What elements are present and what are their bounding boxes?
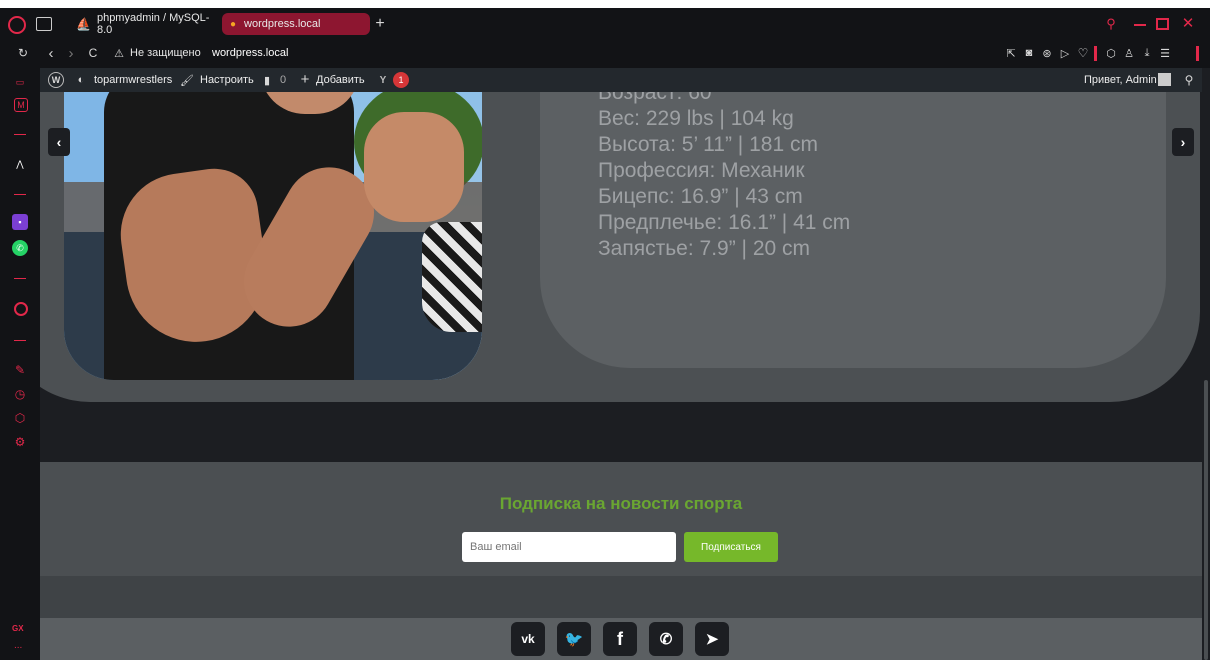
wp-admin-bar: W ◐ toparmwrestlers 🖌 Настроить ▮ 0 + До… (40, 68, 1210, 92)
new-tab-button[interactable]: + (372, 15, 388, 32)
share-icon[interactable]: ⇱ (1004, 46, 1018, 60)
maximize-icon[interactable] (1156, 18, 1169, 30)
slider-next-button[interactable]: › (1172, 128, 1194, 156)
sidebar-divider (14, 194, 26, 195)
twitch-icon[interactable]: ▪ (12, 214, 28, 230)
dashboard-icon[interactable]: ◐ (74, 73, 88, 87)
url-text[interactable]: wordpress.local (212, 47, 288, 59)
minimize-icon[interactable] (1134, 24, 1146, 26)
info-weight: Вес: 229 lbs | 104 kg (598, 107, 794, 130)
page-content: Возраст: 60 Вес: 229 lbs | 104 kg Высота… (40, 92, 1202, 660)
gx-control-icon[interactable]: ▭ (12, 74, 28, 90)
avatar[interactable] (1158, 73, 1171, 86)
arc-icon[interactable]: ⋀ (12, 156, 28, 172)
athlete-photo (64, 92, 482, 380)
camera-icon[interactable]: ◙ (1022, 46, 1036, 60)
facebook-icon[interactable]: f (603, 622, 637, 656)
divider (1196, 46, 1199, 61)
yoast-icon[interactable]: Y (376, 73, 390, 87)
play-icon[interactable]: ▷ (1058, 46, 1072, 60)
tab-label: wordpress.local (244, 18, 321, 30)
more-icon[interactable]: ... (14, 640, 22, 651)
download-icon[interactable]: ⤓ (1140, 46, 1154, 60)
newsletter-section: Подписка на новости спорта Подписаться (40, 462, 1202, 576)
gx-corner-icon[interactable]: M (14, 98, 28, 112)
social-footer: vk 🐦 f ✆ ➤ (40, 618, 1202, 660)
phpmyadmin-favicon-icon: ⛵ (76, 17, 91, 31)
divider (1094, 46, 1097, 61)
add-new-link[interactable]: Добавить (316, 74, 365, 86)
info-height: Высота: 5’ 11” | 181 cm (598, 133, 818, 156)
plus-icon[interactable]: + (298, 71, 312, 88)
workspace-icon[interactable] (36, 17, 52, 31)
search-tabs-icon[interactable]: ⚲ (1104, 16, 1118, 31)
brush-icon[interactable]: 🖌 (180, 73, 194, 87)
address-bar: ↻ ‹ › C ⚠ Не защищено wordpress.local ⇱ … (0, 40, 1210, 68)
profile-icon[interactable]: ♙ (1122, 46, 1136, 60)
back-icon[interactable]: ‹ (44, 45, 58, 62)
slider-prev-button[interactable]: ‹ (48, 128, 70, 156)
heart-icon[interactable]: ♡ (1076, 46, 1090, 60)
sidebar-divider (14, 134, 26, 135)
menu-icon[interactable]: ☰ (1158, 46, 1172, 60)
info-age: Возраст: 60 (598, 92, 712, 104)
customize-link[interactable]: Настроить (200, 74, 254, 86)
security-label[interactable]: Не защищено (130, 47, 201, 59)
tab-wordpress-local[interactable]: ● wordpress.local (222, 13, 370, 35)
vk-icon[interactable]: vk (511, 622, 545, 656)
subscribe-button[interactable]: Подписаться (684, 532, 778, 562)
tab-bar: ⛵ phpmyadmin / MySQL-8.0 ● wordpress.loc… (0, 8, 1210, 40)
warning-icon[interactable]: ⚠ (112, 46, 126, 60)
forward-icon[interactable]: › (64, 45, 78, 62)
browser-sidebar: ▭ M ⋀ ▪ ✆ ✎ ◷ ⬡ ⚙ GX ... (0, 68, 41, 660)
viber-icon[interactable]: ✆ (649, 622, 683, 656)
newsletter-footer-band (40, 576, 1202, 618)
sidebar-divider (14, 340, 26, 341)
wordpress-logo-icon[interactable]: W (48, 72, 64, 88)
email-input[interactable] (462, 532, 676, 562)
search-icon[interactable]: ⚲ (1182, 73, 1196, 87)
edit-icon[interactable]: ✎ (12, 362, 28, 378)
history-icon[interactable]: ◷ (12, 386, 28, 402)
telegram-icon[interactable]: ➤ (695, 622, 729, 656)
tab-phpmyadmin[interactable]: ⛵ phpmyadmin / MySQL-8.0 (68, 12, 214, 36)
box-icon[interactable]: ⬡ (12, 410, 28, 426)
info-forearm: Предплечье: 16.1” | 41 cm (598, 211, 851, 234)
top-strip (0, 0, 1210, 8)
refresh-icon[interactable]: C (86, 46, 100, 60)
reload-tab-icon[interactable]: ↻ (16, 46, 30, 60)
comments-count[interactable]: 0 (280, 74, 286, 86)
player-icon[interactable] (14, 302, 28, 316)
sidebar-divider (14, 278, 26, 279)
twitter-icon[interactable]: 🐦 (557, 622, 591, 656)
shield-icon[interactable]: ⊛ (1040, 46, 1054, 60)
settings-icon[interactable]: ⚙ (12, 434, 28, 450)
updates-badge[interactable]: 1 (393, 72, 409, 88)
scrollbar-thumb[interactable] (1204, 380, 1208, 660)
whatsapp-icon[interactable]: ✆ (12, 240, 28, 256)
extensions-icon[interactable]: ⬡ (1104, 46, 1118, 60)
info-profession: Профессия: Механик (598, 159, 805, 182)
gx-label: GX (12, 624, 24, 633)
wordpress-favicon-icon: ● (230, 18, 237, 30)
newsletter-title: Подписка на новости спорта (499, 494, 743, 513)
info-biceps: Бицепс: 16.9” | 43 cm (598, 185, 803, 208)
tab-label: phpmyadmin / MySQL-8.0 (96, 12, 210, 36)
site-name-link[interactable]: toparmwrestlers (94, 74, 172, 86)
info-wrist: Запястье: 7.9” | 20 cm (598, 237, 811, 260)
greeting-link[interactable]: Привет, Admin (1084, 74, 1157, 86)
close-icon[interactable]: ✕ (1180, 15, 1196, 32)
opera-logo-icon[interactable] (8, 16, 26, 34)
comment-icon[interactable]: ▮ (260, 73, 274, 87)
